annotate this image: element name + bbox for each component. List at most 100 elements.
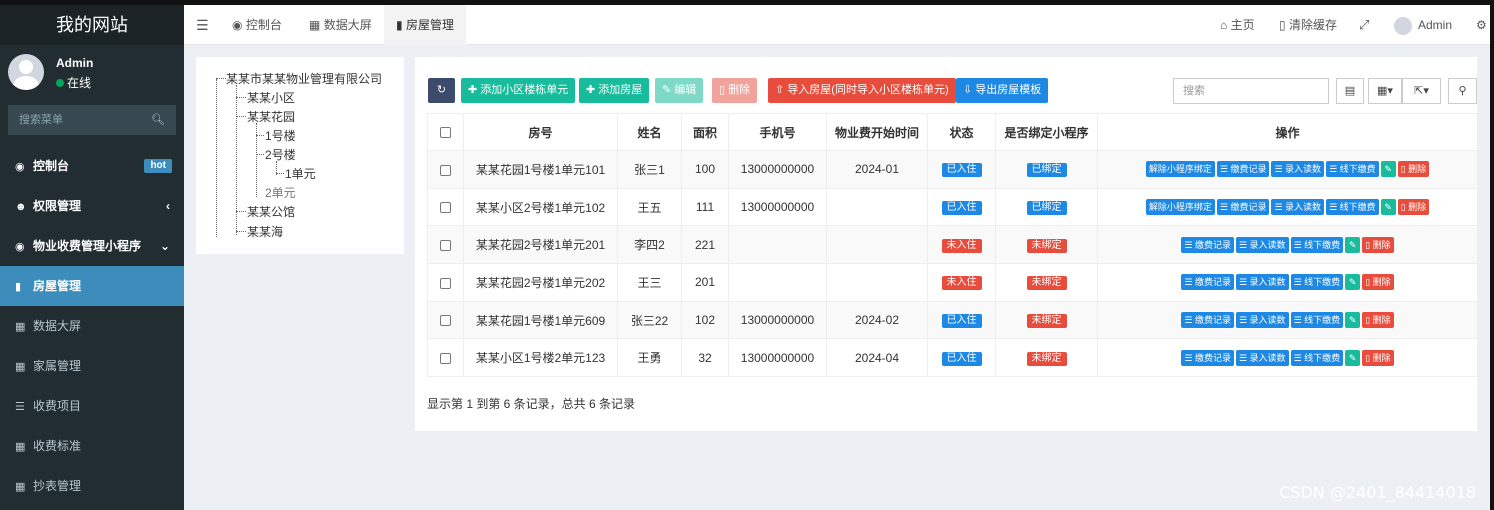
tree-node-root[interactable]: 某某市某某物业管理有限公司 <box>226 72 382 86</box>
row-checkbox[interactable] <box>440 353 451 365</box>
delete-row-button[interactable]: ▯ 删除 <box>1397 161 1430 178</box>
tab-data-screen[interactable]: ▦ 数据大屏 <box>309 5 372 45</box>
table-row[interactable]: 某某小区2号楼1单元102 王五 111 13000000000 已入住 已绑定… <box>427 187 1478 227</box>
row-checkbox[interactable] <box>440 202 451 214</box>
home-link[interactable]: ⌂ 主页 <box>1220 5 1255 45</box>
export-template-button[interactable]: ⇩ 导出房屋模板 <box>956 78 1049 103</box>
tree-node[interactable]: 1单元 <box>285 167 316 181</box>
col-header-phone[interactable]: 手机号 <box>728 113 827 151</box>
col-header-bound[interactable]: 是否绑定小程序 <box>995 113 1098 151</box>
delete-row-button[interactable]: ▯ 删除 <box>1362 349 1394 366</box>
import-button[interactable]: ⇧ 导入房屋(同时导入小区楼栋单元) <box>768 78 956 103</box>
table-row[interactable]: 某某小区1号楼2单元123 王勇 32 13000000000 2024-04 … <box>427 338 1478 378</box>
tree-node[interactable]: 某某公馆 <box>247 205 295 219</box>
sidebar-item-dashboard[interactable]: ◉ 控制台 hot <box>0 146 184 186</box>
col-header-area[interactable]: 面积 <box>681 113 729 151</box>
search-icon: ⚲ <box>1458 85 1467 97</box>
col-header-status[interactable]: 状态 <box>927 113 996 151</box>
fee-record-button[interactable]: ☰ 缴费记录 <box>1181 236 1234 253</box>
gears-icon[interactable]: ⚙ <box>1476 5 1487 45</box>
refresh-button[interactable]: ↻ <box>428 78 455 103</box>
tab-dashboard[interactable]: ◉ 控制台 <box>232 5 282 45</box>
fee-record-button[interactable]: ☰ 缴费记录 <box>1181 312 1234 329</box>
delete-row-label: 删除 <box>1372 277 1391 288</box>
delete-row-button[interactable]: ▯ 删除 <box>1362 312 1394 329</box>
status-badge: 已入住 <box>941 163 982 178</box>
sidebar-item-charge-items[interactable]: ☰ 收费项目 <box>0 386 184 426</box>
unbind-button[interactable]: 解除小程序绑定 <box>1145 199 1215 216</box>
enter-reading-button[interactable]: ☰ 录入读数 <box>1235 312 1289 329</box>
col-header-start[interactable]: 物业费开始时间 <box>826 113 928 151</box>
offline-pay-button[interactable]: ☰ 线下缴费 <box>1290 349 1344 366</box>
offline-pay-button[interactable]: ☰ 线下缴费 <box>1290 312 1344 329</box>
toggle-view-button[interactable]: ▤ <box>1336 78 1364 104</box>
unbind-button[interactable]: 解除小程序绑定 <box>1145 161 1215 178</box>
tab-house[interactable]: ▮ 房屋管理 <box>384 5 466 45</box>
fee-record-button[interactable]: ☰ 缴费记录 <box>1216 199 1270 216</box>
enter-reading-button[interactable]: ☰ 录入读数 <box>1235 236 1289 253</box>
table-row[interactable]: 某某花园1号楼1单元101 张三1 100 13000000000 2024-0… <box>427 150 1478 189</box>
table-search-input[interactable] <box>1173 78 1329 104</box>
bound-badge: 未绑定 <box>1026 351 1067 366</box>
search-icon[interactable]: 🔍︎ <box>151 113 165 126</box>
fee-record-button[interactable]: ☰ 缴费记录 <box>1181 349 1234 366</box>
clear-cache-link[interactable]: ▯ 清除缓存 <box>1279 5 1337 45</box>
admin-menu[interactable]: Admin <box>1394 5 1452 45</box>
table-row[interactable]: 某某花园2号楼1单元202 王三 201 未入住 未绑定 ☰ 缴费记录 ☰ 录入读… <box>427 263 1478 302</box>
table-row[interactable]: 某某花园1号楼1单元609 张三22 102 13000000000 2024-… <box>427 300 1478 340</box>
edit-row-button[interactable]: ✎ <box>1380 161 1396 178</box>
delete-row-button[interactable]: ▯ 删除 <box>1362 236 1394 253</box>
add-unit-button[interactable]: ✚ 添加小区楼栋单元 <box>461 78 576 103</box>
select-all-checkbox[interactable] <box>440 127 451 139</box>
dashboard-icon: ◉ <box>15 161 25 173</box>
delete-row-button[interactable]: ▯ 删除 <box>1397 199 1430 216</box>
tree-node[interactable]: 某某海 <box>247 225 283 239</box>
sidebar-item-family[interactable]: ▦ 家属管理 <box>0 346 184 386</box>
table-row[interactable]: 某某花园2号楼1单元201 李四2 221 未入住 未绑定 ☰ 缴费记录 ☰ 录入… <box>427 225 1478 265</box>
phone-cell <box>728 263 827 302</box>
row-checkbox[interactable] <box>440 315 451 327</box>
sidebar-item-charge-standard[interactable]: ▦ 收费标准 <box>0 426 184 466</box>
export-button[interactable]: ⇱▾ <box>1402 78 1441 104</box>
sidebar-item-house[interactable]: ▮ 房屋管理 <box>0 266 184 306</box>
delete-button[interactable]: ▯ 删除 <box>712 78 758 103</box>
fee-record-button[interactable]: ☰ 缴费记录 <box>1181 274 1234 291</box>
sidebar-item-meter[interactable]: ▦ 抄表管理 <box>0 466 184 506</box>
tree-node[interactable]: 2单元 <box>265 186 296 200</box>
col-header-room[interactable]: 房号 <box>463 113 618 151</box>
offline-pay-button[interactable]: ☰ 线下缴费 <box>1290 274 1344 291</box>
edit-row-button[interactable]: ✎ <box>1345 312 1361 329</box>
trash-icon: ▯ <box>1365 315 1371 326</box>
site-logo[interactable]: 我的网站 <box>0 5 184 45</box>
offline-pay-button[interactable]: ☰ 线下缴费 <box>1326 199 1379 216</box>
tree-node[interactable]: 某某花园 <box>247 110 295 124</box>
advanced-search-button[interactable]: ⚲ <box>1448 78 1477 104</box>
edit-row-button[interactable]: ✎ <box>1380 199 1396 216</box>
sidebar-item-data-screen[interactable]: ▦ 数据大屏 <box>0 306 184 346</box>
fee-record-button[interactable]: ☰ 缴费记录 <box>1216 161 1270 178</box>
offline-pay-button[interactable]: ☰ 线下缴费 <box>1326 161 1379 178</box>
delete-row-button[interactable]: ▯ 删除 <box>1362 274 1394 291</box>
enter-reading-button[interactable]: ☰ 录入读数 <box>1235 274 1289 291</box>
tree-node[interactable]: 1号楼 <box>265 129 296 143</box>
sidebar-item-permissions[interactable]: ☻ 权限管理 ‹ <box>0 186 184 226</box>
edit-row-button[interactable]: ✎ <box>1345 349 1361 366</box>
enter-reading-button[interactable]: ☰ 录入读数 <box>1271 199 1325 216</box>
menu-toggle-icon[interactable]: ☰ <box>196 5 209 45</box>
row-checkbox[interactable] <box>440 277 451 289</box>
edit-row-button[interactable]: ✎ <box>1345 274 1361 291</box>
enter-reading-button[interactable]: ☰ 录入读数 <box>1271 161 1325 178</box>
enter-reading-button[interactable]: ☰ 录入读数 <box>1235 349 1289 366</box>
add-house-button[interactable]: ✚ 添加房屋 <box>579 78 650 103</box>
fullscreen-icon[interactable]: ⤢ <box>1359 5 1369 45</box>
sidebar-item-property-fee[interactable]: ◉ 物业收费管理小程序 ⌄ <box>0 226 184 266</box>
col-header-name[interactable]: 姓名 <box>617 113 682 151</box>
edit-button[interactable]: ✎ 编辑 <box>655 78 704 103</box>
edit-row-button[interactable]: ✎ <box>1345 236 1361 253</box>
columns-button[interactable]: ▦▾ <box>1368 78 1402 104</box>
tree-node[interactable]: 某某小区 <box>247 91 295 105</box>
row-checkbox[interactable] <box>440 240 451 252</box>
tree-node[interactable]: 2号楼 <box>265 148 296 162</box>
row-checkbox[interactable] <box>440 164 451 176</box>
offline-pay-button[interactable]: ☰ 线下缴费 <box>1290 236 1344 253</box>
